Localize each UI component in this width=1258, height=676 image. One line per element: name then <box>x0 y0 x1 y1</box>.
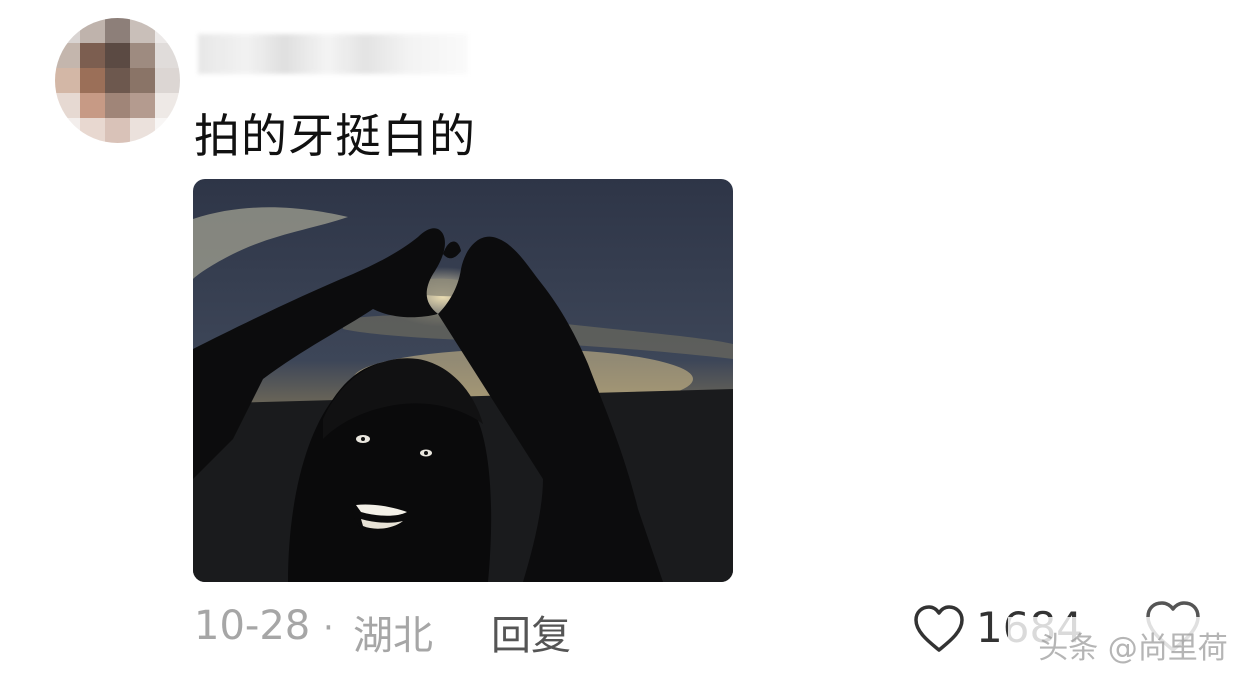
comment-date: 10-28 <box>194 603 311 649</box>
comment-text: 拍的牙挺白的 <box>194 109 476 163</box>
watermark-text: 头条 @尚里荷 <box>1038 631 1228 666</box>
reply-button[interactable]: 回复 <box>491 603 571 661</box>
heart-outline-icon[interactable] <box>912 603 966 653</box>
username-blurred[interactable] <box>198 34 468 74</box>
avatar[interactable] <box>55 18 180 143</box>
watermark: 头条 @尚里荷 <box>1008 617 1258 673</box>
meta-separator: · <box>323 608 334 648</box>
comment-photo[interactable] <box>193 179 733 582</box>
comment-location: 湖北 <box>353 613 433 659</box>
